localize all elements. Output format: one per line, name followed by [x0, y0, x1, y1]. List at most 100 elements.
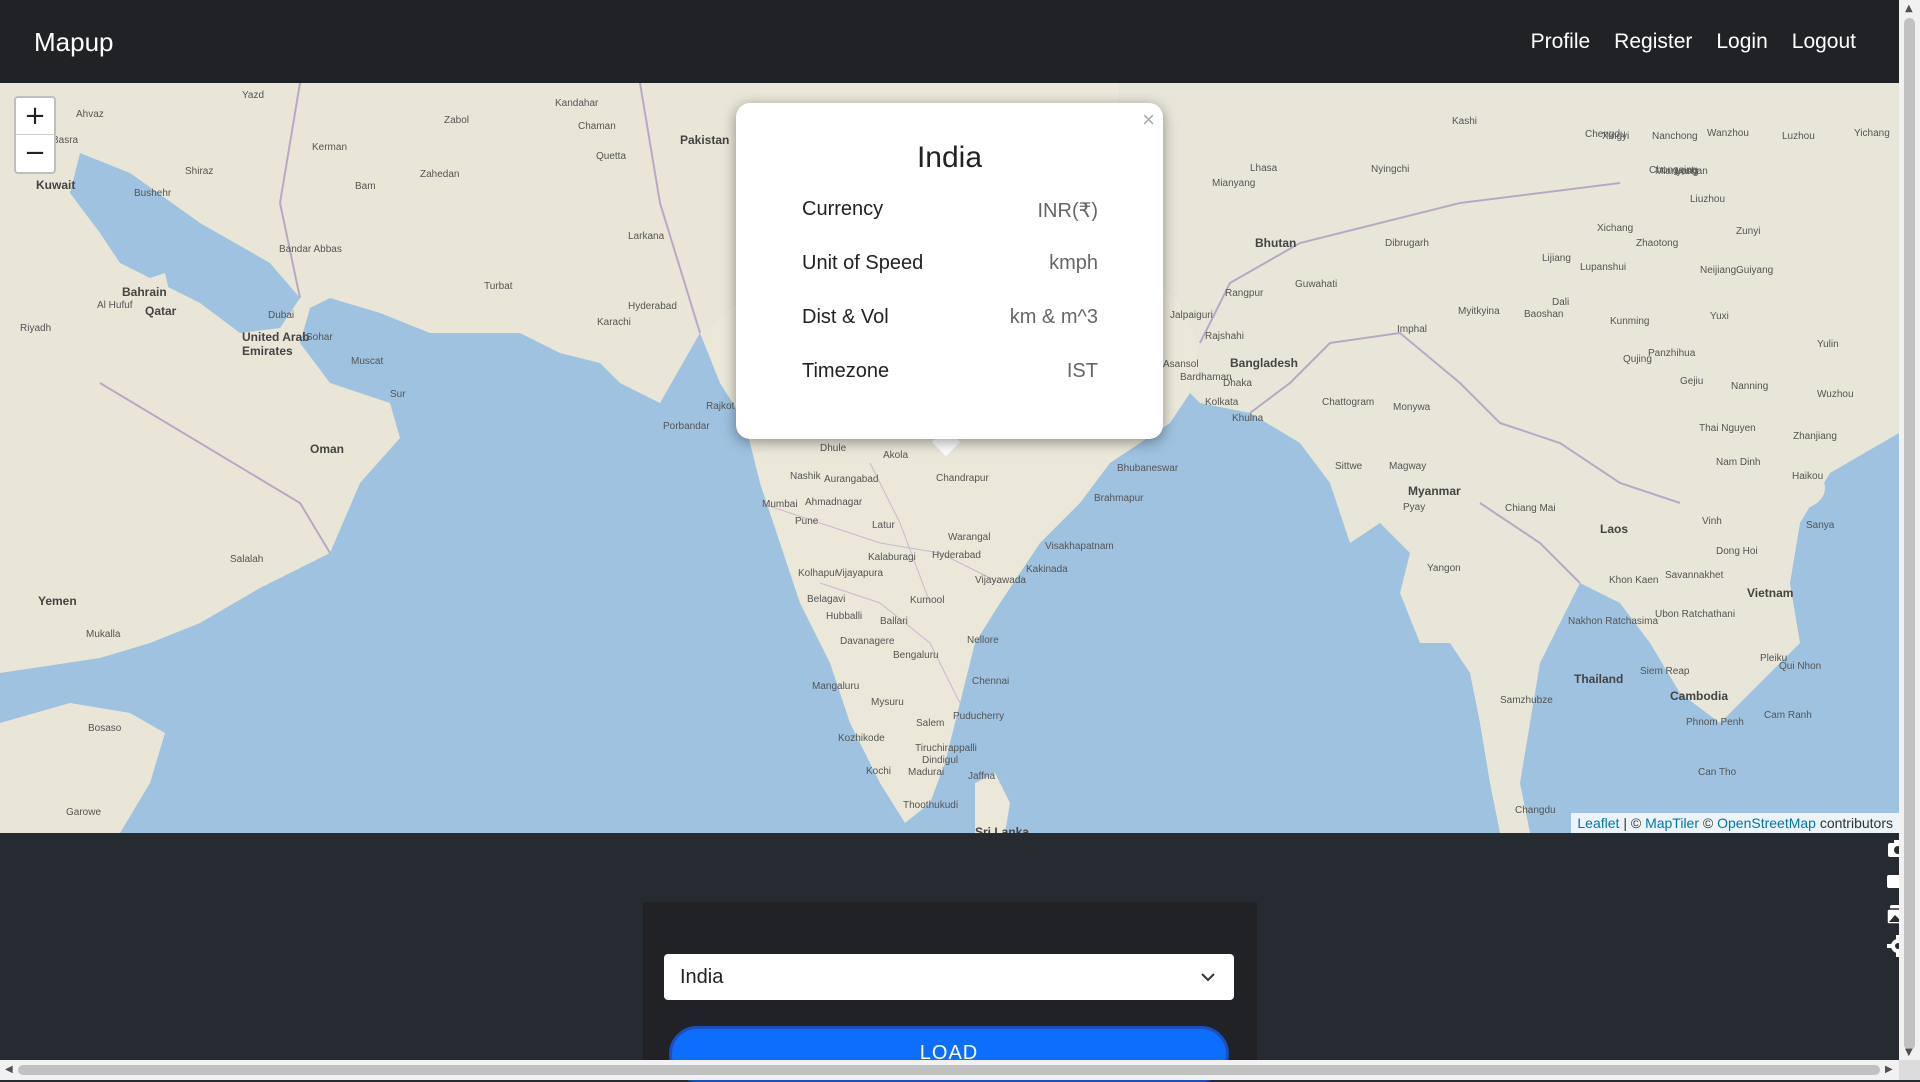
maptiler-link[interactable]: MapTiler — [1645, 815, 1699, 831]
attribution-sep: © — [1699, 815, 1718, 831]
country-form-card: India LOAD — [643, 902, 1257, 1082]
label-city: Liuzhou — [1690, 194, 1726, 205]
label-city: Larkana — [628, 231, 665, 242]
vertical-scrollbar[interactable]: ▲ ▼ — [1899, 0, 1920, 1080]
info-label: Currency — [802, 198, 884, 220]
label-city: Zunyi — [1736, 226, 1761, 237]
label-laos: Laos — [1600, 522, 1629, 536]
label-city: Bosaso — [88, 723, 122, 734]
label-city: Hyderabad — [932, 550, 981, 561]
label-city: Mangaluru — [812, 681, 860, 692]
label-thailand: Thailand — [1574, 672, 1624, 686]
navbar: Mapup Profile Register Login Logout — [0, 0, 1899, 83]
label-city: Chiang Mai — [1505, 503, 1556, 514]
country-popup: × India Currency INR(₹) Unit of Speed km… — [736, 103, 1163, 439]
label-city: Turbat — [484, 281, 513, 292]
scroll-up-icon[interactable]: ▲ — [1905, 3, 1913, 14]
zoom-in-button[interactable]: + — [16, 98, 54, 135]
label-city: Sanya — [1806, 520, 1835, 531]
label-city: Dubai — [268, 310, 295, 321]
label-city: Nakhon Ratchasima — [1568, 616, 1659, 627]
label-city: Dibrugarh — [1385, 238, 1429, 249]
nav-login[interactable]: Login — [1716, 30, 1767, 54]
label-city: Siem Reap — [1640, 666, 1690, 677]
label-city: Jaffna — [968, 771, 996, 782]
label-city: Kozhikode — [838, 733, 885, 744]
popup-title: India — [916, 141, 983, 174]
label-vietnam: Vietnam — [1747, 586, 1794, 600]
label-city: Chennai — [972, 676, 1010, 687]
scroll-down-icon[interactable]: ▼ — [1905, 1047, 1913, 1058]
close-icon[interactable]: × — [1142, 107, 1155, 133]
label-city: Samzhubze — [1500, 695, 1553, 706]
label-city: Rajkot — [706, 401, 735, 412]
info-row-speed: Unit of Speed kmph — [802, 252, 1098, 282]
osm-link[interactable]: OpenStreetMap — [1717, 815, 1816, 831]
label-city: Akola — [883, 450, 909, 461]
label-city: Yuxi — [1710, 311, 1729, 322]
nav-register[interactable]: Register — [1614, 30, 1692, 54]
zoom-out-button[interactable]: − — [16, 135, 54, 171]
info-row-currency: Currency INR(₹) — [802, 198, 1098, 228]
label-city: Muscat — [351, 356, 384, 367]
attribution-sep: | © — [1619, 815, 1646, 831]
label-city: Karachi — [597, 317, 631, 328]
country-select-value: India — [680, 966, 724, 988]
label-city: Chandrapur — [936, 473, 989, 484]
info-value: kmph — [1049, 252, 1098, 274]
label-city: Guiyang — [1736, 265, 1774, 276]
label-city: Wanzhou — [1707, 128, 1749, 139]
nav-profile[interactable]: Profile — [1531, 30, 1591, 54]
label-city: Luzhou — [1782, 131, 1815, 142]
label-city: Kolkata — [1205, 397, 1239, 408]
label-city: Bengaluru — [893, 650, 939, 661]
scroll-right-icon[interactable]: ▶ — [1885, 1064, 1893, 1075]
label-city: Mumbai — [762, 499, 798, 510]
label-city: Monywa — [1393, 402, 1431, 413]
leaflet-link[interactable]: Leaflet — [1577, 815, 1619, 831]
label-city: Mysuru — [871, 697, 904, 708]
nav-logout[interactable]: Logout — [1792, 30, 1856, 54]
label-city: Dong Hoi — [1716, 546, 1758, 557]
brand-logo[interactable]: Mapup — [34, 27, 114, 58]
label-city: Ubon Ratchathani — [1655, 609, 1736, 620]
label-city: Shiraz — [185, 166, 214, 177]
vertical-scroll-thumb[interactable] — [1904, 18, 1915, 1050]
label-city: Khon Kaen — [1609, 575, 1659, 586]
label-city: Haikou — [1792, 471, 1824, 482]
label-oman: Oman — [310, 442, 345, 456]
label-city: Nellore — [967, 635, 999, 646]
horizontal-scrollbar[interactable]: ◀ ▶ — [0, 1060, 1899, 1080]
label-city: Nam Dinh — [1716, 457, 1761, 468]
label-city: Ahmadnagar — [805, 497, 863, 508]
label-city: Bandar Abbas — [279, 244, 342, 255]
label-city: Changdu — [1515, 805, 1556, 816]
label-city: Mukalla — [86, 629, 121, 640]
label-city: Neijiang — [1700, 265, 1737, 276]
horizontal-scroll-thumb[interactable] — [18, 1065, 1880, 1075]
label-city: Nyingchi — [1371, 164, 1410, 175]
label-city: Can Tho — [1698, 767, 1737, 778]
label-city: Chattogram — [1322, 397, 1375, 408]
label-city: Visakhapatnam — [1045, 541, 1114, 552]
label-city: Salalah — [230, 554, 264, 565]
label-city: Panzhihua — [1648, 348, 1696, 359]
label-city: Zhaotong — [1636, 238, 1679, 249]
scroll-left-icon[interactable]: ◀ — [5, 1064, 13, 1075]
label-city: Kakinada — [1026, 564, 1068, 575]
label-bhutan: Bhutan — [1255, 236, 1297, 250]
label-yemen: Yemen — [38, 594, 77, 608]
info-row-dist-vol: Dist & Vol km & m^3 — [802, 306, 1098, 336]
label-city: Brahmapur — [1094, 493, 1144, 504]
label-city: Thai Nguyen — [1699, 423, 1756, 434]
label-city: Zhanjiang — [1793, 431, 1837, 442]
label-city: Nanning — [1731, 381, 1769, 392]
nav-links: Profile Register Login Logout — [1531, 30, 1856, 54]
label-city: Savannakhet — [1665, 570, 1724, 581]
country-select[interactable]: India — [664, 954, 1234, 1000]
label-city: Baoshan — [1524, 309, 1564, 320]
label-city: Xichang — [1597, 223, 1634, 234]
label-city: Tiruchirappalli — [915, 743, 977, 754]
chevron-down-icon — [1201, 973, 1215, 982]
label-city: Kashi — [1452, 116, 1478, 127]
